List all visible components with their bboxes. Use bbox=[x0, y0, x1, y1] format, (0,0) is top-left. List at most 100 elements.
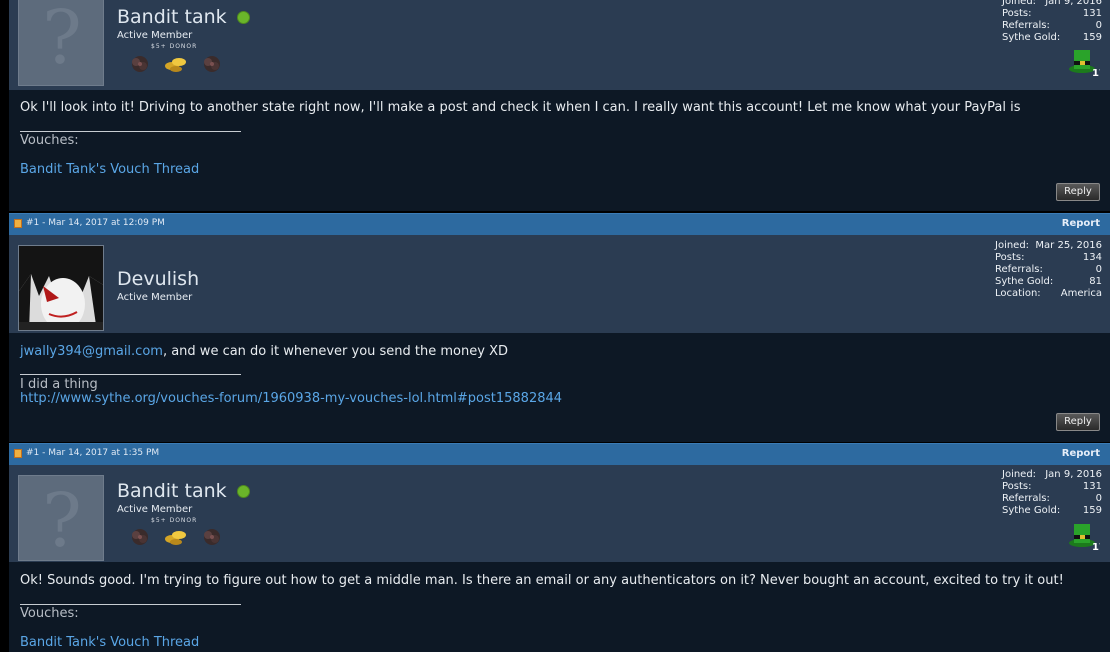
online-status-icon bbox=[236, 485, 250, 498]
user-avatar-image bbox=[19, 246, 103, 330]
username-text[interactable]: Devulish bbox=[117, 268, 199, 290]
stat-value: America bbox=[1060, 288, 1102, 299]
stat-label: Posts: bbox=[1002, 481, 1032, 492]
stat-label: Posts: bbox=[1002, 8, 1032, 19]
signature-link[interactable]: Bandit Tank's Vouch Thread bbox=[20, 162, 199, 177]
stat-location: Location: America bbox=[995, 288, 1102, 300]
stat-sythe-gold: Sythe Gold: 159 bbox=[1002, 505, 1102, 517]
default-avatar-icon: ? bbox=[42, 0, 82, 81]
signature-text: Vouches: bbox=[20, 133, 79, 148]
stat-label: Referrals: bbox=[1002, 493, 1050, 504]
donor-tag: $5+ DONOR bbox=[151, 43, 198, 50]
dark-rose-award-icon bbox=[204, 529, 220, 545]
user-rank: Active Member bbox=[117, 30, 193, 41]
stat-label: Location: bbox=[995, 288, 1041, 299]
page-left-edge bbox=[0, 0, 9, 652]
signature-link[interactable]: Bandit Tank's Vouch Thread bbox=[20, 635, 199, 650]
post-user-panel: ? Bandit tank Active Member $5+ DONOR Jo… bbox=[9, 0, 1110, 90]
username-text[interactable]: Bandit tank bbox=[117, 480, 227, 502]
stat-value: Mar 25, 2016 bbox=[1035, 240, 1102, 251]
award-icons bbox=[127, 54, 225, 74]
signature-text: I did a thing bbox=[20, 377, 98, 392]
user-rank: Active Member bbox=[117, 292, 193, 303]
leprechaun-hat-icon: 17 bbox=[1069, 50, 1106, 79]
username[interactable]: Devulish bbox=[117, 268, 199, 290]
signature-link[interactable]: http://www.sythe.org/vouches-forum/19609… bbox=[20, 391, 562, 406]
post-header-bar: #1 - Mar 14, 2017 at 12:09 PM Report bbox=[9, 213, 1110, 235]
post-message: Ok! Sounds good. I'm trying to figure ou… bbox=[20, 573, 1064, 588]
post-meta-text[interactable]: #1 - Mar 14, 2017 at 12:09 PM bbox=[26, 218, 165, 228]
user-stats: Joined: Jan 9, 2016 Posts: 131 Referrals: 0… bbox=[1002, 469, 1102, 517]
stat-value: Jan 9, 2016 bbox=[1045, 469, 1102, 480]
post-user-panel: Devulish Active Member Joined: Mar 25, 20… bbox=[9, 235, 1110, 333]
stat-referrals: Referrals: 0 bbox=[995, 264, 1102, 276]
signature-divider bbox=[20, 131, 241, 132]
user-stats: Joined: Jan 9, 2016 Posts: 131 Referrals: 0… bbox=[1002, 0, 1102, 44]
avatar-placeholder[interactable]: ? bbox=[18, 0, 104, 86]
post-meta: #1 - Mar 14, 2017 at 12:09 PM bbox=[14, 218, 165, 228]
user-rank: Active Member bbox=[117, 504, 193, 515]
stat-value: 81 bbox=[1089, 276, 1102, 287]
stat-label: Joined: bbox=[1002, 469, 1037, 480]
report-link[interactable]: Report bbox=[1062, 218, 1100, 229]
stat-label: Referrals: bbox=[1002, 20, 1050, 31]
username-text[interactable]: Bandit tank bbox=[117, 6, 227, 28]
stat-joined: Joined: Jan 9, 2016 bbox=[1002, 469, 1102, 481]
stat-joined: Joined: Jan 9, 2016 bbox=[1002, 0, 1102, 8]
gold-coins-award-icon bbox=[165, 531, 186, 545]
dark-rose-award-icon bbox=[204, 56, 220, 72]
leprechaun-hat-icon: 17 bbox=[1069, 524, 1106, 553]
post-content: Ok I'll look into it! Driving to another… bbox=[9, 90, 1110, 211]
stat-value: 159 bbox=[1082, 32, 1102, 43]
stat-referrals: Referrals: 0 bbox=[1002, 493, 1102, 505]
svg-text:?: ? bbox=[42, 0, 82, 81]
stat-posts: Posts: 134 bbox=[995, 252, 1102, 264]
dark-rose-award-icon bbox=[132, 56, 148, 72]
stat-label: Sythe Gold: bbox=[1002, 32, 1061, 43]
post-icon bbox=[14, 448, 22, 458]
username[interactable]: Bandit tank bbox=[117, 6, 250, 28]
reply-button[interactable]: Reply bbox=[1056, 183, 1100, 201]
signature-divider bbox=[20, 374, 241, 375]
online-status-icon bbox=[236, 11, 250, 24]
avatar-placeholder[interactable]: ? bbox=[18, 475, 104, 561]
user-stats: Joined: Mar 25, 2016 Posts: 134 Referrals:… bbox=[995, 240, 1102, 300]
post-user-panel: ? Bandit tank Active Member $5+ DONOR Jo… bbox=[9, 465, 1110, 562]
gold-coins-award-icon bbox=[165, 58, 186, 72]
email-link[interactable]: jwally394@gmail.com bbox=[20, 344, 163, 359]
stat-value: 134 bbox=[1082, 252, 1102, 263]
award-icons bbox=[127, 527, 225, 547]
post-header-bar: #1 - Mar 14, 2017 at 1:35 PM Report bbox=[9, 443, 1110, 465]
report-link[interactable]: Report bbox=[1062, 448, 1100, 459]
post-meta-text[interactable]: #1 - Mar 14, 2017 at 1:35 PM bbox=[26, 448, 159, 458]
stat-label: Sythe Gold: bbox=[995, 276, 1054, 287]
stat-sythe-gold: Sythe Gold: 159 bbox=[1002, 32, 1102, 44]
stat-posts: Posts: 131 bbox=[1002, 481, 1102, 493]
signature-divider bbox=[20, 604, 241, 605]
stat-referrals: Referrals: 0 bbox=[1002, 20, 1102, 32]
post-content: jwally394@gmail.com, and we can do it wh… bbox=[9, 333, 1110, 442]
badge-number: 17 bbox=[1092, 68, 1100, 78]
stat-label: Joined: bbox=[995, 240, 1030, 251]
stat-value: 131 bbox=[1082, 481, 1102, 492]
svg-text:?: ? bbox=[42, 478, 82, 561]
stat-value: Jan 9, 2016 bbox=[1045, 0, 1102, 7]
dark-rose-award-icon bbox=[132, 529, 148, 545]
reply-button[interactable]: Reply bbox=[1056, 413, 1100, 431]
post-message: Ok I'll look into it! Driving to another… bbox=[20, 100, 1021, 115]
stat-value: 159 bbox=[1082, 505, 1102, 516]
avatar[interactable] bbox=[18, 245, 104, 331]
donor-tag: $5+ DONOR bbox=[151, 517, 198, 524]
stat-posts: Posts: 131 bbox=[1002, 8, 1102, 20]
stat-value: 0 bbox=[1095, 493, 1102, 504]
stat-label: Referrals: bbox=[995, 264, 1043, 275]
stat-joined: Joined: Mar 25, 2016 bbox=[995, 240, 1102, 252]
post-content: Ok! Sounds good. I'm trying to figure ou… bbox=[9, 562, 1110, 652]
username[interactable]: Bandit tank bbox=[117, 480, 250, 502]
post-icon bbox=[14, 218, 22, 228]
stat-value: 0 bbox=[1095, 264, 1102, 275]
leprechaun-hat-badge: 17 bbox=[1068, 44, 1106, 82]
badge-number: 17 bbox=[1092, 542, 1100, 552]
stat-value: 0 bbox=[1095, 20, 1102, 31]
stat-label: Posts: bbox=[995, 252, 1025, 263]
